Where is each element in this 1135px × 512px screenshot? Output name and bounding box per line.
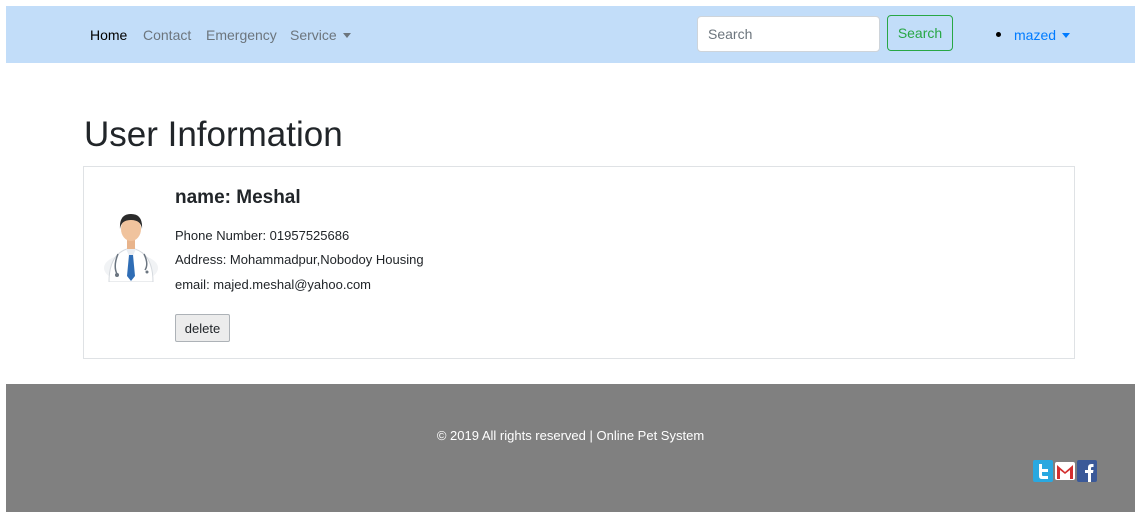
user-menu-dropdown[interactable]: mazed [996,27,1071,43]
nav-contact-link[interactable]: Contact [143,27,191,43]
user-phone: Phone Number: 01957525686 [175,228,350,243]
gmail-icon[interactable] [1055,460,1075,482]
page-title: User Information [84,115,343,154]
user-name: name: Meshal [175,187,301,208]
facebook-icon[interactable] [1077,460,1097,482]
nav-emergency-link[interactable]: Emergency [206,27,277,43]
footer-copyright: © 2019 All rights reserved | Online Pet … [436,428,705,443]
nav-home-link[interactable]: Home [90,27,127,43]
chevron-down-icon [1062,33,1071,38]
footer: © 2019 All rights reserved | Online Pet … [6,384,1135,512]
user-address: Address: Mohammadpur,Nobodoy Housing [175,252,424,267]
page: Home Contact Emergency Service Search ma… [0,0,1135,512]
doctor-avatar-icon [104,214,158,282]
chevron-down-icon [342,33,351,38]
nav-service-dropdown[interactable]: Service [290,27,351,43]
search-input[interactable] [697,16,880,52]
nav-service-label: Service [290,27,337,43]
twitter-icon[interactable] [1033,460,1053,482]
top-navbar: Home Contact Emergency Service Search ma… [6,6,1135,63]
delete-button[interactable]: delete [175,314,230,342]
user-card: name: Meshal Phone Number: 01957525686 A… [83,166,1075,359]
bullet-icon [996,32,1001,37]
user-name-label: mazed [1014,27,1057,43]
search-button[interactable]: Search [887,15,953,51]
user-email: email: majed.meshal@yahoo.com [175,277,372,292]
